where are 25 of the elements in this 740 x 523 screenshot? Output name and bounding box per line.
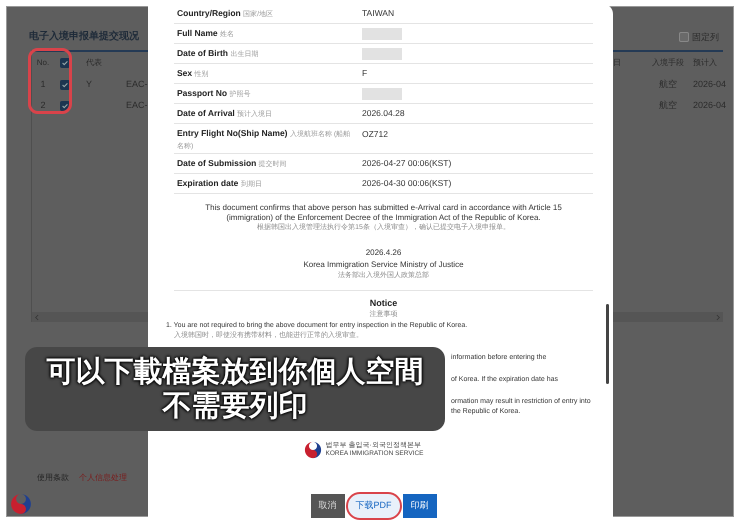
field-value: 2026-04-30 00:06(KST) <box>362 177 452 190</box>
field-value: 2026.04.28 <box>362 107 405 120</box>
select-all-checkbox[interactable] <box>60 58 70 68</box>
issuer-name: Korea Immigration Service Ministry of Justice <box>303 259 464 271</box>
confirmation-statement: This document confirms that above person has submitted e-Arrival card in accordance with Article 15 (immigration) of the Enforcement Decree of the Immigration Act of the Republic of Korea. <box>204 203 563 223</box>
row-checkbox[interactable] <box>60 80 70 90</box>
issue-date: 2026.4.26 <box>366 247 402 259</box>
caption-text: 可以下載檔案放到你個人空間 <box>46 355 424 389</box>
government-logo-icon <box>10 493 32 515</box>
notice-title: Notice <box>370 296 398 310</box>
agency-logo-icon <box>304 440 322 458</box>
fixed-column-checkbox[interactable] <box>679 32 689 42</box>
field-value: TAIWAN <box>362 7 394 20</box>
caption-text: 不需要列印 <box>162 389 308 423</box>
print-button[interactable]: 印刷 <box>402 494 436 518</box>
scroll-right-icon[interactable] <box>716 314 721 320</box>
field-value: OZ712 <box>362 128 388 141</box>
cancel-button[interactable]: 取消 <box>310 494 344 518</box>
field-value: 2026-04-27 00:06(KST) <box>362 157 452 170</box>
scrollbar-thumb[interactable] <box>606 304 609 384</box>
scroll-left-icon[interactable] <box>34 314 39 320</box>
footer-link[interactable]: 使用条款 <box>37 472 69 484</box>
page-title: 电子入境申报单提交现况 <box>29 29 139 44</box>
download-button[interactable]: 下载PDF <box>348 494 400 518</box>
field-value: F <box>362 67 368 80</box>
